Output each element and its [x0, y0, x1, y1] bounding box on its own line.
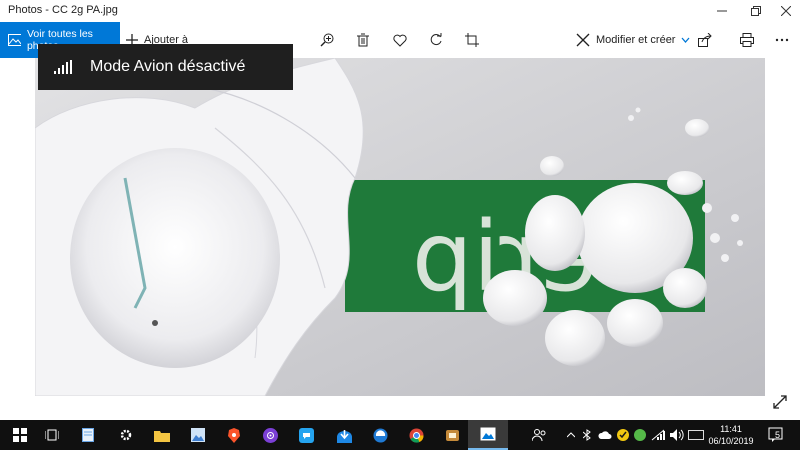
photos-app-icon	[480, 427, 496, 441]
taskbar-downloader[interactable]	[324, 420, 364, 450]
rotate-icon	[430, 33, 442, 45]
edit-icon	[576, 33, 590, 47]
taskbar-messenger[interactable]	[286, 420, 326, 450]
taskbar-notepad[interactable]	[68, 420, 108, 450]
brave-icon	[228, 427, 240, 443]
taskbar-settings[interactable]	[106, 420, 146, 450]
taskbar-date: 06/10/2019	[708, 436, 754, 446]
task-view-button[interactable]	[32, 420, 72, 450]
restore-icon	[751, 6, 761, 16]
download-icon	[336, 429, 352, 443]
edit-create-label: Modifier et créer	[596, 34, 676, 46]
keyboard-layout-icon[interactable]	[688, 430, 704, 440]
tray-onedrive[interactable]	[598, 420, 612, 450]
chat-icon	[298, 427, 314, 443]
window-title: Photos - CC 2g PA.jpg	[8, 4, 118, 16]
taskbar-photos-active[interactable]	[468, 420, 508, 450]
windows-icon	[13, 428, 27, 442]
podcast-icon	[262, 427, 278, 443]
taskbar-brave[interactable]	[214, 420, 254, 450]
printer-icon	[740, 33, 754, 47]
expand-icon	[773, 395, 787, 409]
tray-network[interactable]	[651, 420, 665, 450]
restore-button[interactable]	[740, 0, 772, 22]
more-options-button[interactable]	[772, 30, 792, 50]
people-icon	[532, 429, 546, 442]
photos-icon	[8, 34, 21, 46]
toast-message: Mode Avion désactivé	[90, 58, 246, 75]
taskbar-time: 11:41	[720, 424, 742, 434]
tray-bluetooth[interactable]	[583, 420, 591, 450]
photo-image: erip	[35, 58, 765, 396]
cloud-icon	[598, 430, 612, 439]
bluetooth-icon	[583, 429, 591, 441]
tray-volume[interactable]	[670, 420, 684, 450]
show-hidden-icons[interactable]	[567, 420, 575, 450]
title-bar: Photos - CC 2g PA.jpg	[0, 0, 800, 22]
more-icon	[775, 38, 789, 42]
tray-app[interactable]	[634, 420, 646, 450]
heart-icon	[393, 34, 407, 47]
close-icon	[781, 6, 791, 16]
tray-norton[interactable]	[617, 420, 629, 450]
crop-icon	[465, 33, 479, 47]
photos-app-window: Photos - CC 2g PA.jpg Voir toutes les ph…	[0, 0, 800, 420]
people-button[interactable]	[532, 420, 548, 450]
taskbar-clock[interactable]: 11:41 06/10/2019	[706, 423, 756, 447]
airplane-mode-toast: Mode Avion désactivé	[38, 44, 293, 90]
zoom-in-icon	[320, 33, 334, 47]
photo-view[interactable]: erip	[35, 58, 765, 396]
trash-icon	[357, 33, 369, 47]
notification-count: 5	[775, 430, 781, 440]
edge-icon	[373, 428, 387, 442]
speaker-icon	[670, 429, 684, 441]
folder-icon	[154, 430, 170, 442]
airplane-signal-icon	[651, 429, 665, 441]
taskbar: 11:41 06/10/2019 5	[0, 420, 800, 450]
edit-create-button[interactable]: Modifier et créer	[576, 22, 690, 58]
print-button[interactable]	[737, 30, 757, 50]
app-status-icon	[634, 429, 646, 441]
close-button[interactable]	[770, 0, 800, 22]
taskbar-app-misc[interactable]	[432, 420, 472, 450]
action-center-button[interactable]: 5	[768, 426, 786, 444]
chevron-down-icon	[681, 37, 690, 43]
rotate-button[interactable]	[426, 30, 446, 50]
crop-button[interactable]	[462, 30, 482, 50]
security-icon	[617, 429, 629, 441]
taskbar-edge[interactable]	[360, 420, 400, 450]
share-button[interactable]	[695, 30, 715, 50]
delete-button[interactable]	[353, 30, 373, 50]
app-icon	[445, 429, 459, 441]
taskbar-chrome[interactable]	[396, 420, 436, 450]
favorite-button[interactable]	[390, 30, 410, 50]
task-view-icon	[45, 429, 59, 441]
taskbar-file-explorer[interactable]	[142, 420, 182, 450]
chrome-icon	[409, 428, 424, 443]
taskbar-photo-app[interactable]	[178, 420, 218, 450]
taskbar-podcast[interactable]	[250, 420, 290, 450]
minimize-button[interactable]	[706, 0, 738, 22]
chevron-up-icon	[567, 432, 575, 438]
gear-icon	[120, 429, 132, 441]
full-screen-button[interactable]	[772, 394, 792, 414]
notepad-icon	[82, 428, 94, 442]
zoom-button[interactable]	[317, 30, 337, 50]
signal-icon	[54, 60, 72, 74]
share-icon	[698, 33, 712, 47]
minimize-icon	[717, 10, 727, 12]
image-viewer-icon	[191, 428, 205, 442]
